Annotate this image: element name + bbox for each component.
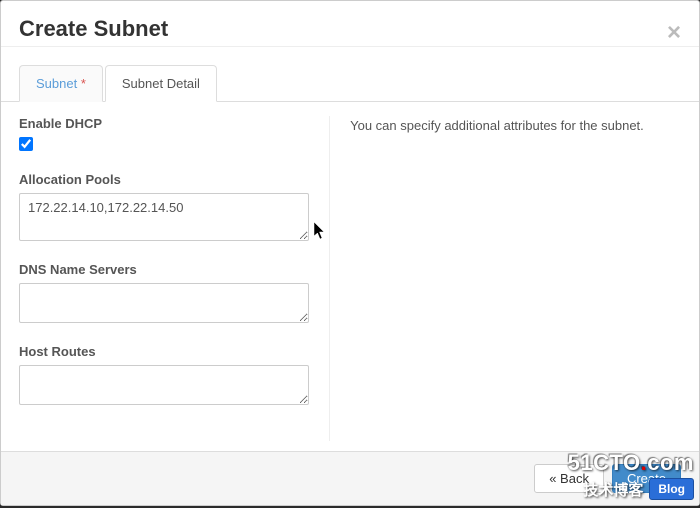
- help-column: You can specify additional attributes fo…: [330, 116, 681, 441]
- enable-dhcp-label: Enable DHCP: [19, 116, 309, 131]
- enable-dhcp-group: Enable DHCP: [19, 116, 309, 156]
- allocation-pools-input[interactable]: [19, 193, 309, 241]
- modal-header: Create Subnet ×: [1, 1, 699, 47]
- host-routes-label: Host Routes: [19, 344, 309, 359]
- create-button[interactable]: Create: [612, 464, 681, 493]
- modal-title: Create Subnet: [19, 16, 681, 42]
- required-asterisk: *: [81, 76, 86, 91]
- help-text: You can specify additional attributes fo…: [350, 116, 681, 136]
- allocation-pools-group: Allocation Pools: [19, 172, 309, 246]
- close-button[interactable]: ×: [667, 21, 681, 45]
- allocation-pools-label: Allocation Pools: [19, 172, 309, 187]
- back-button[interactable]: « Back: [534, 464, 604, 493]
- dns-servers-label: DNS Name Servers: [19, 262, 309, 277]
- dns-servers-group: DNS Name Servers: [19, 262, 309, 328]
- create-subnet-modal: Create Subnet × Subnet * Subnet Detail E…: [0, 0, 700, 506]
- tab-subnet-detail[interactable]: Subnet Detail: [105, 65, 217, 102]
- tabs: Subnet * Subnet Detail: [19, 65, 681, 102]
- modal-body: Enable DHCP Allocation Pools DNS Name Se…: [1, 102, 699, 451]
- dns-servers-input[interactable]: [19, 283, 309, 323]
- host-routes-input[interactable]: [19, 365, 309, 405]
- host-routes-group: Host Routes: [19, 344, 309, 410]
- enable-dhcp-checkbox[interactable]: [19, 137, 33, 151]
- tabs-container: Subnet * Subnet Detail: [1, 47, 699, 102]
- tab-subnet-label: Subnet: [36, 76, 77, 91]
- modal-footer: « Back Create: [1, 451, 699, 505]
- tab-detail-label: Subnet Detail: [122, 76, 200, 91]
- form-column: Enable DHCP Allocation Pools DNS Name Se…: [19, 116, 330, 441]
- tab-subnet[interactable]: Subnet *: [19, 65, 103, 102]
